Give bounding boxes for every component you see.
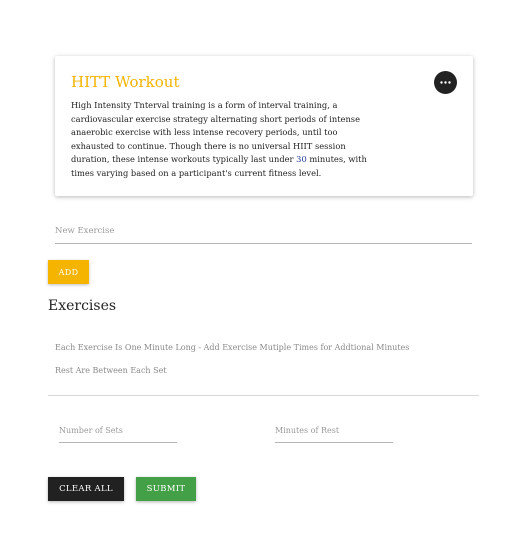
exercises-heading: Exercises [48,298,117,314]
minutes-of-rest-input[interactable] [275,425,393,443]
card-title: HITT Workout [71,73,180,91]
number-of-sets-input[interactable] [59,425,177,443]
rest-info-text: Rest Are Between Each Set [55,366,167,375]
more-horizontal-icon [440,81,451,84]
card-description: High Intensity Tnterval training is a fo… [71,99,371,181]
card-description-highlight: 30 [296,154,307,165]
workout-card: HITT Workout High Intensity Tnterval tra… [55,56,473,196]
exercise-info-text: Each Exercise Is One Minute Long - Add E… [55,343,410,352]
divider [48,395,479,396]
page: HITT Workout High Intensity Tnterval tra… [0,0,518,535]
clear-all-button[interactable]: CLEAR ALL [48,477,124,501]
new-exercise-input[interactable] [55,225,472,244]
submit-button[interactable]: SUBMIT [136,477,196,501]
add-button[interactable]: ADD [48,260,89,284]
more-options-button[interactable] [434,71,457,94]
